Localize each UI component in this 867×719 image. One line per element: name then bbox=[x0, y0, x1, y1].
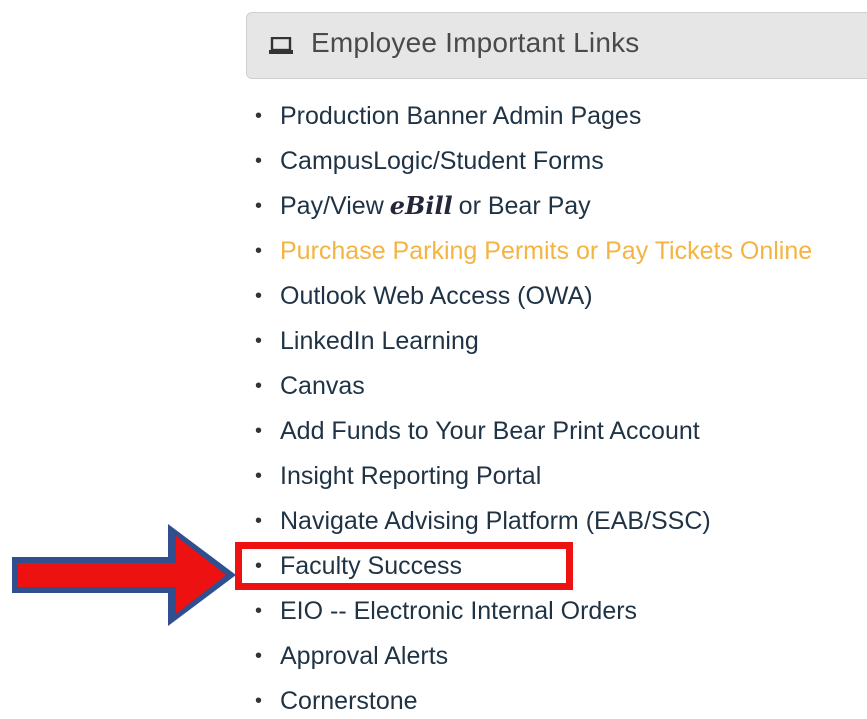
list-item: • LinkedIn Learning bbox=[255, 323, 479, 359]
list-item: • Canvas bbox=[255, 368, 365, 404]
link-label-before: Pay/View bbox=[280, 192, 384, 220]
list-item: • Production Banner Admin Pages bbox=[255, 98, 641, 134]
highlight-box bbox=[235, 542, 573, 590]
ebill-logo: eBill bbox=[389, 191, 453, 220]
bullet: • bbox=[255, 600, 263, 622]
panel-title: Employee Important Links bbox=[311, 27, 640, 58]
link-canvas[interactable]: Canvas bbox=[280, 368, 365, 404]
link-label-after: or Bear Pay bbox=[458, 192, 591, 220]
link-outlook-web-access[interactable]: Outlook Web Access (OWA) bbox=[280, 278, 593, 314]
bullet: • bbox=[255, 420, 263, 442]
list-item: • Pay/View eBill or Bear Pay bbox=[255, 188, 591, 224]
list-item: • Outlook Web Access (OWA) bbox=[255, 278, 593, 314]
bullet: • bbox=[255, 240, 263, 262]
bullet: • bbox=[255, 645, 263, 667]
link-campuslogic-student-forms[interactable]: CampusLogic/Student Forms bbox=[280, 143, 604, 179]
list-item: • Cornerstone bbox=[255, 683, 418, 719]
link-navigate-advising-platform[interactable]: Navigate Advising Platform (EAB/SSC) bbox=[280, 503, 711, 539]
list-item: • Purchase Parking Permits or Pay Tickets… bbox=[255, 233, 812, 269]
bullet: • bbox=[255, 285, 263, 307]
page: Employee Important Links • Production Ban… bbox=[0, 0, 867, 719]
bullet: • bbox=[255, 105, 263, 127]
link-eio-electronic-internal-orders[interactable]: EIO -- Electronic Internal Orders bbox=[280, 593, 637, 629]
arrow-right-icon bbox=[12, 524, 236, 626]
link-insight-reporting-portal[interactable]: Insight Reporting Portal bbox=[280, 458, 541, 494]
bullet: • bbox=[255, 375, 263, 397]
list-item: • Insight Reporting Portal bbox=[255, 458, 541, 494]
link-cornerstone[interactable]: Cornerstone bbox=[280, 683, 418, 719]
list-item: • Navigate Advising Platform (EAB/SSC) bbox=[255, 503, 711, 539]
link-purchase-parking-permits[interactable]: Purchase Parking Permits or Pay Tickets … bbox=[280, 233, 812, 269]
bullet: • bbox=[255, 150, 263, 172]
bullet: • bbox=[255, 465, 263, 487]
laptop-icon bbox=[269, 37, 293, 54]
link-approval-alerts[interactable]: Approval Alerts bbox=[280, 638, 448, 674]
link-add-funds-bear-print[interactable]: Add Funds to Your Bear Print Account bbox=[280, 413, 700, 449]
bullet: • bbox=[255, 195, 263, 217]
bullet: • bbox=[255, 330, 263, 352]
list-item: • CampusLogic/Student Forms bbox=[255, 143, 604, 179]
link-production-banner-admin-pages[interactable]: Production Banner Admin Pages bbox=[280, 98, 641, 134]
panel-heading: Employee Important Links bbox=[246, 12, 867, 79]
list-item: • EIO -- Electronic Internal Orders bbox=[255, 593, 637, 629]
bullet: • bbox=[255, 690, 263, 712]
list-item: • Add Funds to Your Bear Print Account bbox=[255, 413, 700, 449]
list-item: • Approval Alerts bbox=[255, 638, 448, 674]
link-linkedin-learning[interactable]: LinkedIn Learning bbox=[280, 323, 479, 359]
bullet: • bbox=[255, 510, 263, 532]
link-pay-view-ebill[interactable]: Pay/View eBill or Bear Pay bbox=[280, 188, 591, 224]
